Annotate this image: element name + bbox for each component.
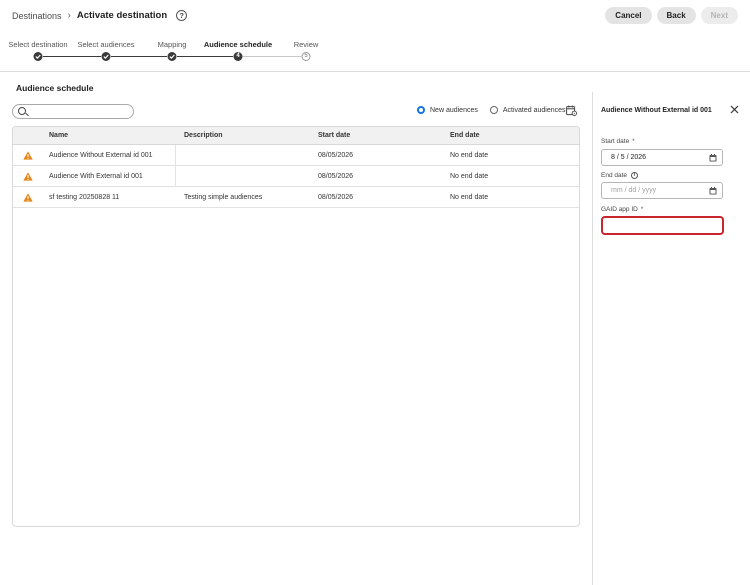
step-complete-check-icon bbox=[167, 52, 177, 61]
start-date-field[interactable]: 8 / 5 / 2026 bbox=[601, 149, 723, 166]
step-label-select-audiences: Select audiences bbox=[77, 40, 135, 49]
radio-label: Activated audiences bbox=[502, 106, 566, 114]
start-date-label-text: Start date bbox=[601, 138, 630, 145]
step-connector bbox=[177, 56, 233, 57]
table-row[interactable]: Audience With External id 001 08/05/2026… bbox=[13, 166, 579, 187]
cell-start-date: 08/05/2026 bbox=[318, 151, 354, 159]
radio-unchecked-icon bbox=[489, 106, 498, 114]
start-date-label: Start date * bbox=[601, 138, 635, 145]
row-status-cell bbox=[13, 166, 43, 186]
radio-activated-audiences[interactable]: Activated audiences bbox=[489, 106, 566, 114]
table-header: Name Description Start date End date bbox=[13, 127, 579, 145]
row-status-cell bbox=[13, 187, 43, 207]
required-indicator: * bbox=[632, 138, 635, 145]
info-icon[interactable]: i bbox=[631, 172, 639, 179]
warning-icon bbox=[23, 150, 33, 160]
step-label-audience-schedule: Audience schedule bbox=[203, 40, 273, 49]
end-date-label: End date i bbox=[601, 172, 639, 179]
cell-end-date: No end date bbox=[450, 172, 489, 180]
table-row[interactable]: Audience Without External id 001 08/05/2… bbox=[13, 145, 579, 166]
audience-schedule-table: Name Description Start date End date Aud… bbox=[12, 126, 580, 527]
end-date-placeholder: mm / dd / yyyy bbox=[611, 187, 657, 194]
end-date-label-text: End date bbox=[601, 172, 628, 179]
status-column-header bbox=[13, 127, 43, 144]
close-icon[interactable] bbox=[730, 105, 739, 114]
cell-end-date: No end date bbox=[450, 193, 489, 201]
calendar-icon[interactable] bbox=[709, 187, 717, 195]
column-header-start-date[interactable]: Start date bbox=[310, 127, 445, 144]
header-divider bbox=[0, 71, 750, 72]
gaid-app-id-input[interactable] bbox=[601, 216, 724, 235]
calendar-icon[interactable] bbox=[709, 154, 717, 162]
search-field[interactable] bbox=[12, 104, 134, 119]
header-actions: Cancel Back Next bbox=[605, 7, 738, 24]
cancel-button[interactable]: Cancel bbox=[605, 7, 652, 24]
cell-name: Audience With External id 001 bbox=[43, 166, 176, 186]
radio-new-audiences[interactable]: New audiences bbox=[417, 106, 478, 114]
cell-start-date: 08/05/2026 bbox=[318, 193, 354, 201]
cell-end-date: No end date bbox=[450, 151, 489, 159]
column-header-description[interactable]: Description bbox=[176, 127, 310, 144]
page-header: Destinations › Activate destination ? Ca… bbox=[0, 0, 750, 34]
search-icon bbox=[18, 107, 26, 115]
cell-description: Testing simple audiences bbox=[184, 193, 263, 201]
panel-title: Audience Without External id 001 bbox=[601, 107, 712, 114]
step-label-mapping: Mapping bbox=[157, 40, 187, 49]
workflow-stepper: Select destination Select audiences Mapp… bbox=[0, 38, 750, 68]
step-pending-indicator: 5 bbox=[301, 52, 311, 61]
step-complete-check-icon bbox=[33, 52, 43, 61]
audience-schedule-panel: Audience Without External id 001 Start d… bbox=[592, 92, 750, 585]
gaid-app-id-label: GAID app ID * bbox=[601, 206, 643, 213]
back-button[interactable]: Back bbox=[656, 7, 696, 24]
search-input[interactable] bbox=[30, 106, 130, 117]
step-current-indicator: 4 bbox=[233, 52, 243, 61]
step-connector bbox=[43, 56, 101, 57]
warning-icon bbox=[23, 192, 33, 202]
cell-name: sf testing 20250828 11 bbox=[49, 193, 120, 201]
start-date-value: 8 / 5 / 2026 bbox=[611, 154, 647, 161]
cell-description bbox=[176, 145, 310, 165]
gaid-app-id-label-text: GAID app ID bbox=[601, 206, 638, 213]
help-icon[interactable]: ? bbox=[176, 10, 188, 21]
warning-icon bbox=[23, 171, 33, 181]
calendar-settings-icon[interactable] bbox=[566, 105, 577, 116]
next-button[interactable]: Next bbox=[700, 7, 738, 24]
end-date-field[interactable]: mm / dd / yyyy bbox=[601, 182, 723, 199]
page-title: Activate destination bbox=[76, 10, 168, 21]
radio-checked-icon bbox=[417, 106, 425, 114]
breadcrumb-destinations[interactable]: Destinations bbox=[12, 11, 62, 21]
cell-description bbox=[176, 166, 310, 186]
step-complete-check-icon bbox=[101, 52, 111, 61]
step-connector bbox=[243, 56, 301, 57]
column-header-name[interactable]: Name bbox=[43, 127, 176, 144]
breadcrumb: Destinations › Activate destination ? bbox=[12, 10, 188, 21]
required-indicator: * bbox=[640, 206, 644, 213]
step-connector bbox=[111, 56, 167, 57]
chevron-right-icon: › bbox=[67, 10, 71, 21]
cell-start-date: 08/05/2026 bbox=[318, 172, 354, 180]
audience-view-toggle: New audiences Activated audiences bbox=[417, 106, 578, 114]
cell-name: Audience Without External id 001 bbox=[43, 145, 176, 165]
row-status-cell bbox=[13, 145, 43, 165]
step-label-select-destination: Select destination bbox=[8, 40, 68, 49]
column-header-end-date[interactable]: End date bbox=[445, 127, 579, 144]
radio-label: New audiences bbox=[430, 106, 478, 114]
table-row[interactable]: sf testing 20250828 11 Testing simple au… bbox=[13, 187, 579, 208]
step-label-review: Review bbox=[293, 40, 319, 49]
section-title: Audience schedule bbox=[16, 83, 94, 93]
